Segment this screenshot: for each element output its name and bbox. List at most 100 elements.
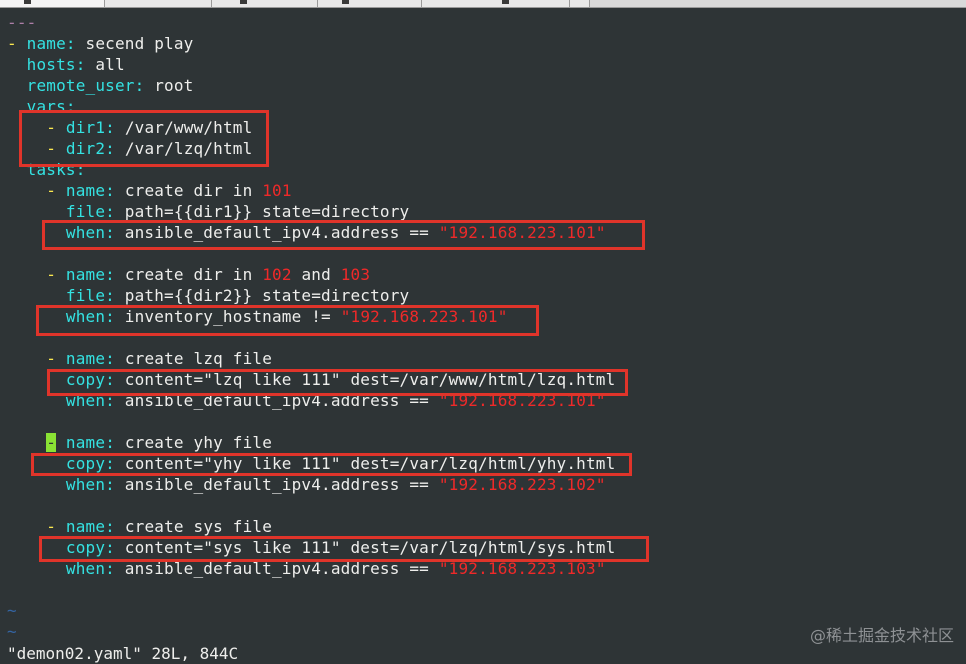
when-expression: ansible_default_ipv4.address == xyxy=(124,391,439,410)
list-dash: - xyxy=(46,349,66,368)
when-expression: inventory_hostname != xyxy=(124,307,341,326)
code-line: - name: secend play xyxy=(7,34,194,53)
terminal-tab[interactable] xyxy=(0,0,105,7)
list-dash: - xyxy=(46,118,66,137)
code-line: copy: content="sys like 111" dest=/var/l… xyxy=(65,538,616,557)
when-string: "192.168.223.102" xyxy=(438,475,606,494)
var-value: /var/lzq/html xyxy=(124,139,253,158)
task-name: create lzq file xyxy=(124,349,273,368)
yaml-key: name xyxy=(65,433,106,452)
when-expression: ansible_default_ipv4.address == xyxy=(124,475,439,494)
module-key: copy xyxy=(65,454,106,473)
module-args: content="sys like 111" dest=/var/lzq/htm… xyxy=(124,538,616,557)
terminal-tab-bar xyxy=(0,0,966,8)
when-key: when xyxy=(65,559,106,578)
yaml-key: name xyxy=(65,517,106,536)
code-line: - name: create lzq file xyxy=(46,349,273,368)
var-value: /var/www/html xyxy=(124,118,253,137)
when-string: "192.168.223.101" xyxy=(340,307,508,326)
watermark: @稀土掘金技术社区 xyxy=(809,626,954,645)
list-dash: - xyxy=(46,181,66,200)
terminal-tab[interactable] xyxy=(570,0,590,7)
tab-icon xyxy=(342,0,349,4)
yaml-key: remote_user xyxy=(26,76,135,95)
when-string: "192.168.223.101" xyxy=(438,391,606,410)
code-line: when: ansible_default_ipv4.address == "1… xyxy=(65,475,606,494)
text-cursor: - xyxy=(46,433,57,452)
terminal-tab[interactable] xyxy=(318,0,422,7)
code-line: - name: create sys file xyxy=(46,517,273,536)
task-name-conjunction: and xyxy=(291,265,341,284)
code-line: hosts: all xyxy=(26,55,125,74)
module-args: content="yhy like 111" dest=/var/lzq/htm… xyxy=(124,454,616,473)
task-name: create sys file xyxy=(124,517,273,536)
module-args: path={{dir1}} state=directory xyxy=(124,202,410,221)
when-string: "192.168.223.103" xyxy=(438,559,606,578)
when-key: when xyxy=(65,307,106,326)
tilde-marker: ~ xyxy=(7,622,17,641)
yaml-key: tasks xyxy=(26,160,76,179)
code-line: when: ansible_default_ipv4.address == "1… xyxy=(65,391,606,410)
var-key: dir1 xyxy=(65,118,106,137)
code-line: - name: create dir in 102 and 103 xyxy=(46,265,371,284)
module-key: file xyxy=(65,202,106,221)
when-key: when xyxy=(65,475,106,494)
list-dash: - xyxy=(7,34,27,53)
task-name: create dir in xyxy=(124,181,263,200)
yaml-document-start: --- xyxy=(7,13,37,32)
module-args: content="lzq like 111" dest=/var/www/htm… xyxy=(124,370,616,389)
code-line: file: path={{dir2}} state=directory xyxy=(65,286,410,305)
code-line: tasks: xyxy=(26,160,86,179)
task-name-number: 101 xyxy=(262,181,292,200)
when-key: when xyxy=(65,223,106,242)
code-line: - dir1: /var/www/html xyxy=(46,118,253,137)
code-line: vars: xyxy=(26,97,76,116)
code-line: - name: create dir in 101 xyxy=(46,181,292,200)
remote-user-value: root xyxy=(154,76,194,95)
tab-icon xyxy=(240,0,247,4)
tab-icon xyxy=(24,0,31,4)
when-string: "192.168.223.101" xyxy=(438,223,606,242)
module-args: path={{dir2}} state=directory xyxy=(124,286,410,305)
empty-buffer-line: ~ xyxy=(0,600,966,621)
when-expression: ansible_default_ipv4.address == xyxy=(124,223,439,242)
vim-editor-buffer[interactable]: --- - name: secend play hosts: all remot… xyxy=(0,12,966,642)
terminal-tab[interactable] xyxy=(212,0,318,7)
code-line: - dir2: /var/lzq/html xyxy=(46,139,253,158)
yaml-key: name xyxy=(65,349,106,368)
code-line: copy: content="lzq like 111" dest=/var/w… xyxy=(65,370,616,389)
code-line: copy: content="yhy like 111" dest=/var/l… xyxy=(65,454,616,473)
tab-icon xyxy=(502,0,509,4)
task-name-number: 103 xyxy=(340,265,371,284)
yaml-key: name xyxy=(26,34,66,53)
module-key: copy xyxy=(65,370,106,389)
yaml-key: hosts xyxy=(26,55,76,74)
terminal-tab[interactable] xyxy=(105,0,212,7)
module-key: file xyxy=(65,286,106,305)
yaml-key: name xyxy=(65,265,106,284)
task-name: create yhy file xyxy=(124,433,273,452)
list-dash: - xyxy=(46,139,66,158)
var-key: dir2 xyxy=(65,139,106,158)
task-name-number: 102 xyxy=(262,265,292,284)
module-key: copy xyxy=(65,538,106,557)
code-line: remote_user: root xyxy=(26,76,194,95)
code-line: when: inventory_hostname != "192.168.223… xyxy=(65,307,508,326)
terminal-tab[interactable] xyxy=(422,0,570,7)
yaml-key: vars xyxy=(26,97,66,116)
when-expression: ansible_default_ipv4.address == xyxy=(124,559,439,578)
list-dash: - xyxy=(46,517,66,536)
code-line: when: ansible_default_ipv4.address == "1… xyxy=(65,223,606,242)
list-dash: - xyxy=(46,265,66,284)
code-line: --- xyxy=(0,12,966,33)
yaml-key: name xyxy=(65,181,106,200)
code-line: when: ansible_default_ipv4.address == "1… xyxy=(65,559,606,578)
task-name: create dir in xyxy=(124,265,263,284)
code-line: - name: create yhy file xyxy=(46,433,273,452)
hosts-value: all xyxy=(95,55,125,74)
